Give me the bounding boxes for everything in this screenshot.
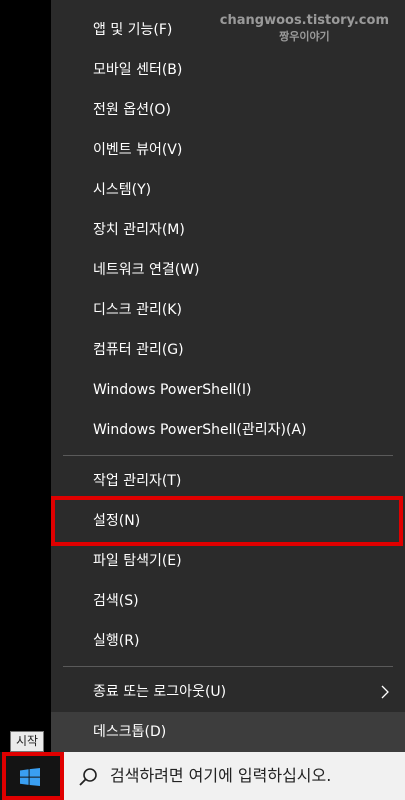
menu-separator — [63, 455, 393, 456]
windows-logo-icon — [20, 768, 40, 786]
menu-item-powershell[interactable]: Windows PowerShell(I) — [51, 370, 405, 410]
menu-item-powershell-admin[interactable]: Windows PowerShell(관리자)(A) — [51, 410, 405, 450]
start-button[interactable] — [0, 752, 62, 800]
menu-item-network-connections[interactable]: 네트워크 연결(W) — [51, 250, 405, 290]
power-user-menu: 앱 및 기능(F) 모바일 센터(B) 전원 옵션(O) 이벤트 뷰어(V) 시… — [51, 0, 405, 752]
menu-item-desktop[interactable]: 데스크톱(D) — [51, 712, 405, 752]
menu-item-disk-management[interactable]: 디스크 관리(K) — [51, 290, 405, 330]
watermark-name: 짱우이야기 — [279, 30, 330, 43]
menu-item-computer-management[interactable]: 컴퓨터 관리(G) — [51, 330, 405, 370]
menu-item-device-manager[interactable]: 장치 관리자(M) — [51, 210, 405, 250]
start-tooltip: 시작 — [10, 731, 45, 752]
magnifier-icon — [79, 768, 97, 786]
menu-item-mobility-center[interactable]: 모바일 센터(B) — [51, 50, 405, 90]
watermark-url: changwoos.tistory.com — [219, 13, 389, 28]
menu-item-settings[interactable]: 설정(N) — [51, 501, 405, 541]
menu-item-system[interactable]: 시스템(Y) — [51, 170, 405, 210]
search-placeholder: 검색하려면 여기에 입력하십시오. — [110, 766, 332, 785]
menu-item-task-manager[interactable]: 작업 관리자(T) — [51, 461, 405, 501]
menu-separator — [63, 666, 393, 667]
menu-item-label: 종료 또는 로그아웃(U) — [93, 684, 227, 700]
menu-item-search[interactable]: 검색(S) — [51, 581, 405, 621]
menu-item-power-options[interactable]: 전원 옵션(O) — [51, 90, 405, 130]
menu-item-event-viewer[interactable]: 이벤트 뷰어(V) — [51, 130, 405, 170]
chevron-right-icon — [381, 685, 389, 699]
taskbar-search-box[interactable]: 검색하려면 여기에 입력하십시오. — [64, 752, 405, 800]
menu-item-shutdown-signout[interactable]: 종료 또는 로그아웃(U) — [51, 672, 405, 712]
menu-item-run[interactable]: 실행(R) — [51, 621, 405, 661]
watermark: changwoos.tistory.com 짱우이야기 — [220, 13, 389, 45]
taskbar: 검색하려면 여기에 입력하십시오. — [0, 752, 405, 800]
menu-item-file-explorer[interactable]: 파일 탐색기(E) — [51, 541, 405, 581]
